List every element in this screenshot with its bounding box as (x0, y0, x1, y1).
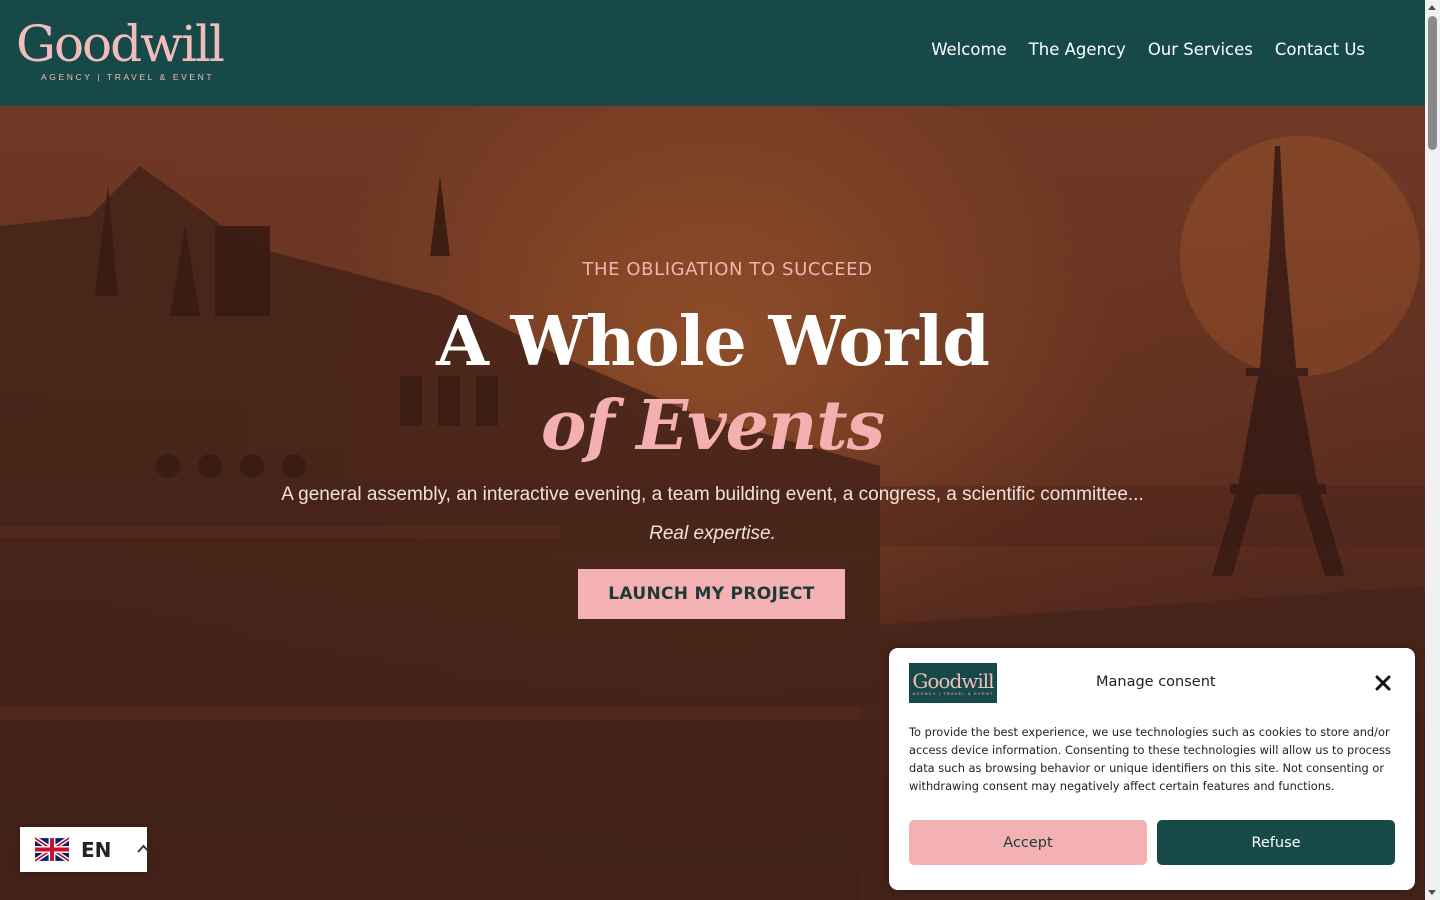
goodwill-logo[interactable]: Goodwill AGENCY | TRAVEL & EVENT (16, 15, 225, 84)
refuse-button[interactable]: Refuse (1157, 820, 1395, 865)
consent-dialog: Goodwill AGENCY | TRAVEL & EVENT Manage … (889, 648, 1415, 890)
consent-logo: Goodwill AGENCY | TRAVEL & EVENT (909, 663, 997, 703)
hero-headline-accent: of Events (540, 386, 885, 466)
hero-subline-tagline: Real expertise. (649, 523, 776, 544)
consent-logo-wordmark: Goodwill (912, 668, 994, 693)
logo-tagline: AGENCY | TRAVEL & EVENT (41, 72, 215, 82)
uk-flag-icon (35, 836, 69, 863)
hero-headline: A Whole World (436, 302, 990, 382)
accept-button[interactable]: Accept (909, 820, 1147, 865)
language-code: EN (81, 838, 112, 862)
language-switcher[interactable]: EN (20, 827, 150, 872)
site-header: Goodwill AGENCY | TRAVEL & EVENT Welcome… (0, 0, 1425, 106)
nav-item-our-services[interactable]: Our Services (1148, 40, 1253, 59)
nav-item-the-agency[interactable]: The Agency (1029, 40, 1126, 59)
consent-logo-tagline: AGENCY | TRAVEL & EVENT (912, 690, 994, 696)
scroll-thumb[interactable] (1428, 16, 1437, 150)
chevron-up-icon (137, 844, 150, 853)
scroll-down-arrow-icon[interactable] (1428, 890, 1436, 895)
launch-project-button[interactable]: LAUNCH MY PROJECT (578, 569, 845, 619)
logo-wordmark: Goodwill (16, 15, 225, 73)
hero-eyebrow: THE OBLIGATION TO SUCCEED (582, 259, 873, 280)
hero-subline: A general assembly, an interactive eveni… (281, 484, 1144, 505)
scroll-up-arrow-icon[interactable] (1428, 5, 1436, 10)
nav-item-contact-us[interactable]: Contact Us (1275, 40, 1365, 59)
main-nav: Welcome The Agency Our Services Contact … (931, 40, 1365, 59)
nav-item-welcome[interactable]: Welcome (931, 40, 1006, 59)
close-icon[interactable] (1375, 675, 1391, 691)
consent-description: To provide the best experience, we use t… (909, 725, 1391, 793)
page-scrollbar[interactable] (1425, 0, 1440, 900)
consent-title: Manage consent (1096, 674, 1216, 690)
